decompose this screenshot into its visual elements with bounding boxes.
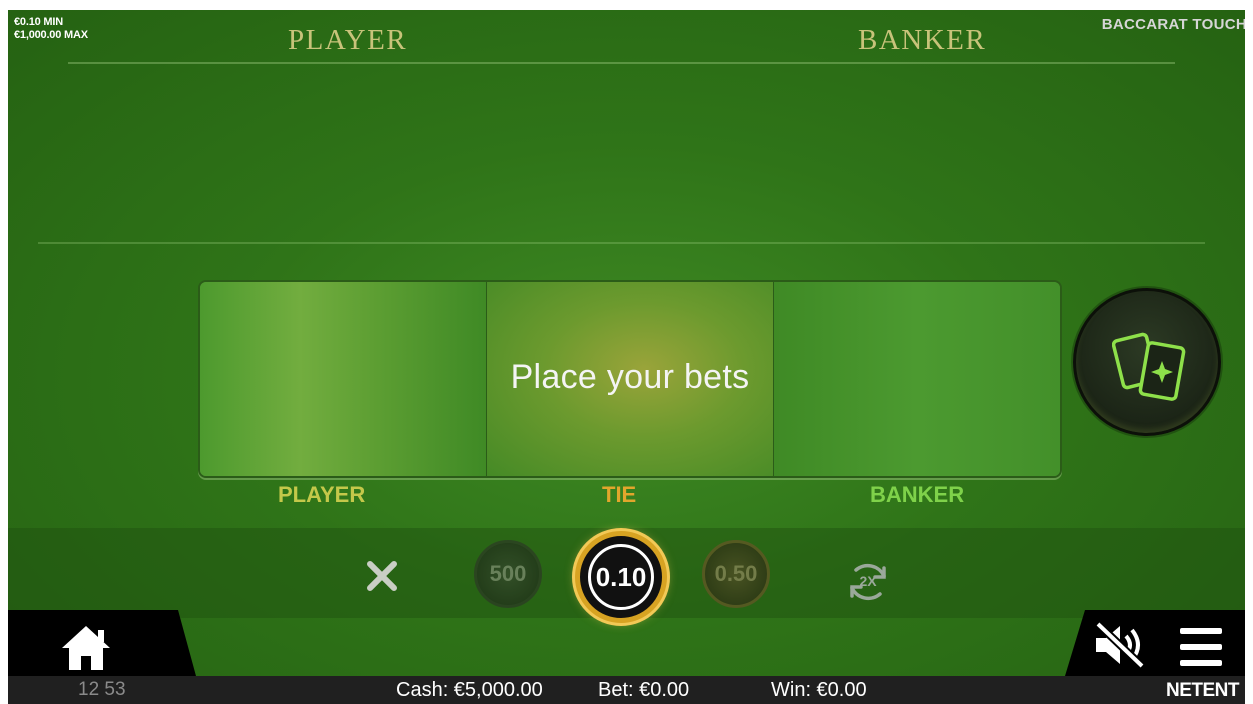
menu-button[interactable] xyxy=(1178,624,1224,670)
deal-button[interactable] xyxy=(1073,288,1221,436)
clock: 12 53 xyxy=(78,679,126,700)
rebet-double-button[interactable]: 2X xyxy=(842,556,894,608)
bet-amount: Bet: €0.00 xyxy=(598,679,690,701)
home-button[interactable] xyxy=(58,622,114,672)
sound-off-icon xyxy=(1095,621,1145,669)
banker-bet-spot[interactable] xyxy=(774,282,1060,476)
cards-icon xyxy=(1112,332,1186,401)
bet-limits: €0.10 MIN €1,000.00 MAX xyxy=(14,16,88,42)
game-title: BACCARAT TOUCH xyxy=(1101,16,1245,33)
player-bet-label: PLAYER xyxy=(278,482,366,507)
brand-logo: NETENT xyxy=(1166,680,1240,701)
bet-area: Place your bets xyxy=(198,280,1062,478)
sound-toggle-button[interactable] xyxy=(1090,620,1150,670)
chip-value: 0.10 xyxy=(595,561,647,592)
svg-text:2X: 2X xyxy=(859,573,877,589)
tie-bet-spot[interactable]: Place your bets xyxy=(487,282,774,476)
chip-value: 0.50 xyxy=(714,561,758,586)
chip-inner-ring: 0.10 xyxy=(588,544,654,610)
max-limit: €1,000.00 MAX xyxy=(14,29,88,41)
cash-balance: Cash: €5,000.00 xyxy=(396,679,543,701)
divider-middle xyxy=(38,242,1205,244)
min-limit: €0.10 MIN xyxy=(14,16,63,28)
chip-value: 500 xyxy=(489,561,527,586)
banker-bet-label: BANKER xyxy=(870,482,965,507)
divider-top xyxy=(68,62,1175,64)
hamburger-menu-icon xyxy=(1180,628,1222,666)
player-bet-spot[interactable] xyxy=(200,282,487,476)
chip-0-50[interactable]: 0.50 xyxy=(702,540,770,608)
player-hand-header: PLAYER xyxy=(288,24,408,56)
status-bar: 12 53 Cash: €5,000.00 Bet: €0.00 Win: €0… xyxy=(8,676,1245,704)
close-icon xyxy=(367,561,397,591)
banker-hand-header: BANKER xyxy=(858,24,987,56)
chip-selected[interactable]: 0.10 xyxy=(575,531,667,623)
chip-500[interactable]: 500 xyxy=(474,540,542,608)
place-bets-message: Place your bets xyxy=(510,358,750,396)
win-amount: Win: €0.00 xyxy=(771,679,867,701)
clear-bets-button[interactable] xyxy=(362,556,402,596)
tie-bet-label: TIE xyxy=(602,482,637,507)
